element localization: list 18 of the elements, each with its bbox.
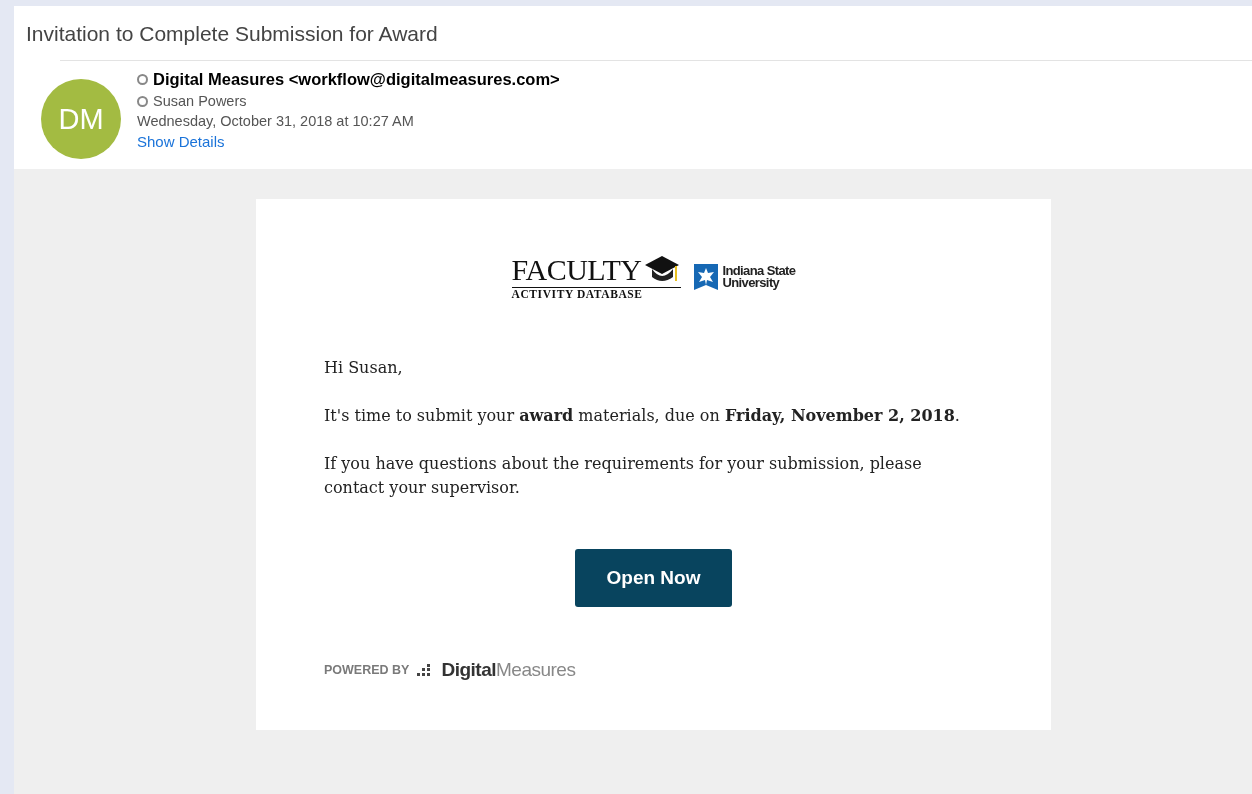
university-name: Indiana State: [722, 264, 796, 277]
status-icon: [137, 74, 148, 85]
email-subject: Invitation to Complete Submission for Award: [25, 21, 439, 47]
sender-avatar: DM: [41, 79, 121, 159]
status-icon: [137, 95, 148, 107]
brand-logo-text: DigitalMeasures: [441, 659, 576, 681]
open-now-button[interactable]: Open Now: [575, 549, 732, 607]
show-details-link[interactable]: Show Details: [137, 133, 560, 150]
sender-address: Digital Measures <workflow@digitalmeasures.com>: [153, 70, 560, 89]
recipient-name: Susan Powers: [153, 93, 247, 109]
email-date: Wednesday, October 31, 2018 at 10:27 AM: [137, 113, 415, 129]
logo-subtitle: ACTIVITY DATABASE: [511, 287, 682, 300]
logo-title: FACULTY: [511, 256, 642, 284]
body-paragraph: It's time to submit your award materials, due on Friday, November 2, 2018.: [324, 405, 961, 427]
body-paragraph: Hi Susan,: [324, 357, 404, 379]
powered-by-label: POWERED BY: [324, 663, 410, 677]
university-name: University: [722, 276, 780, 289]
body-paragraph: If you have questions about the requirements for your submission, please contact your supervisor.: [324, 453, 923, 499]
